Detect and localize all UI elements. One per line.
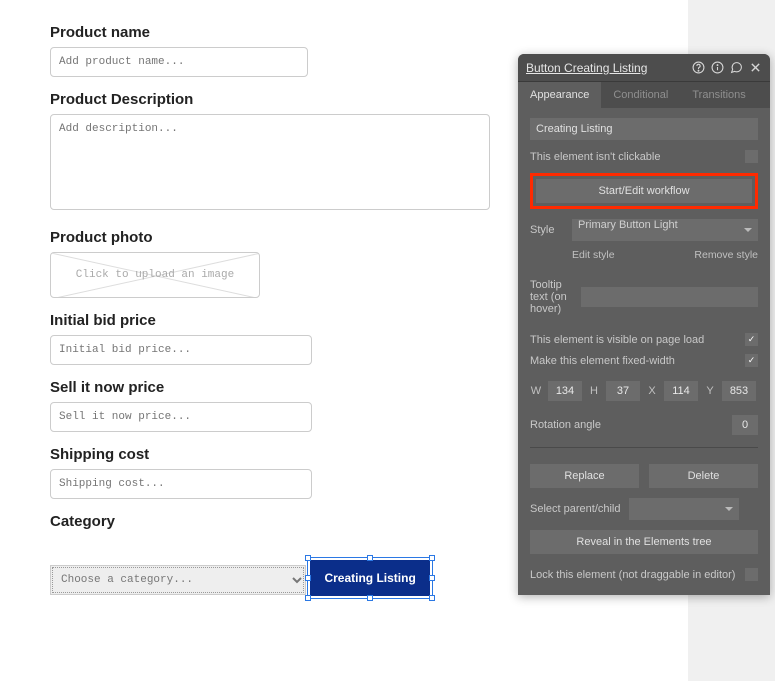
dim-h-label: H [588,385,600,397]
remove-style-link[interactable]: Remove style [694,249,758,261]
initial-bid-input[interactable] [50,335,312,365]
replace-button[interactable]: Replace [530,464,639,488]
resize-handle-bl[interactable] [305,595,311,601]
style-row: Style Primary Button Light [530,219,758,241]
visible-row: This element is visible on page load ✓ [530,333,758,346]
lock-checkbox[interactable] [745,568,758,581]
style-label: Style [530,224,564,236]
delete-button[interactable]: Delete [649,464,758,488]
property-panel-title: Button Creating Listing [526,61,692,75]
lock-label: Lock this element (not draggable in edit… [530,569,735,581]
resize-handle-bc[interactable] [367,595,373,601]
fixed-width-label: Make this element fixed-width [530,355,675,367]
select-parent-label: Select parent/child [530,503,621,515]
property-tabs: Appearance Conditional Transitions [518,82,770,108]
tooltip-label: Tooltip text (on hover) [530,279,573,315]
edit-style-link[interactable]: Edit style [572,249,615,261]
resize-handle-br[interactable] [429,595,435,601]
sell-now-input[interactable] [50,402,312,432]
resize-handle-tl[interactable] [305,555,311,561]
dim-h-input[interactable] [606,381,640,401]
product-description-input[interactable] [50,114,490,210]
dim-y-input[interactable] [722,381,756,401]
not-clickable-row: This element isn't clickable [530,150,758,163]
start-edit-workflow-button[interactable]: Start/Edit workflow [536,179,752,203]
resize-handle-lc[interactable] [305,575,311,581]
product-name-label: Product name [50,24,638,41]
rotation-input[interactable] [732,415,758,435]
fixed-width-row: Make this element fixed-width ✓ [530,354,758,367]
tooltip-row: Tooltip text (on hover) [530,279,758,315]
workflow-highlight: Start/Edit workflow [530,173,758,209]
resize-handle-tr[interactable] [429,555,435,561]
select-parent-dropdown[interactable] [629,498,739,520]
visible-label: This element is visible on page load [530,334,704,346]
tab-transitions[interactable]: Transitions [680,82,757,108]
help-icon[interactable] [692,61,705,74]
rotation-row: Rotation angle [530,415,758,435]
category-select[interactable]: Choose a category... [50,565,306,595]
tab-conditional[interactable]: Conditional [601,82,680,108]
tooltip-input[interactable] [581,287,758,307]
resize-handle-rc[interactable] [429,575,435,581]
element-name-input[interactable] [530,118,758,140]
style-links-row: Edit style Remove style [530,249,758,261]
not-clickable-label: This element isn't clickable [530,151,661,163]
reveal-row: Reveal in the Elements tree [530,530,758,554]
lock-row: Lock this element (not draggable in edit… [530,568,758,581]
create-listing-selection[interactable]: Creating Listing [310,560,429,596]
create-listing-button[interactable]: Creating Listing [310,560,429,596]
style-value: Primary Button Light [578,219,678,231]
select-parent-row: Select parent/child [530,498,758,520]
property-panel-header[interactable]: Button Creating Listing [518,54,770,82]
dim-w-label: W [530,385,542,397]
not-clickable-checkbox[interactable] [745,150,758,163]
dimensions-row: W H X Y [530,381,758,401]
comment-icon[interactable] [730,61,743,74]
product-photo-text: Click to upload an image [76,269,234,281]
property-panel[interactable]: Button Creating Listing Appearance Condi… [518,54,770,595]
replace-delete-row: Replace Delete [530,464,758,488]
dim-y-label: Y [704,385,716,397]
rotation-label: Rotation angle [530,419,601,431]
shipping-input[interactable] [50,469,312,499]
visible-checkbox[interactable]: ✓ [745,333,758,346]
style-select[interactable]: Primary Button Light [572,219,758,241]
property-body: This element isn't clickable Start/Edit … [518,108,770,595]
resize-handle-tc[interactable] [367,555,373,561]
tab-appearance[interactable]: Appearance [518,82,601,108]
close-icon[interactable] [749,61,762,74]
reveal-button[interactable]: Reveal in the Elements tree [530,530,758,554]
dim-w-input[interactable] [548,381,582,401]
info-icon[interactable] [711,61,724,74]
product-name-input[interactable] [50,47,308,77]
dim-x-label: X [646,385,658,397]
product-photo-upload[interactable]: Click to upload an image [50,252,260,298]
fixed-width-checkbox[interactable]: ✓ [745,354,758,367]
dim-x-input[interactable] [664,381,698,401]
